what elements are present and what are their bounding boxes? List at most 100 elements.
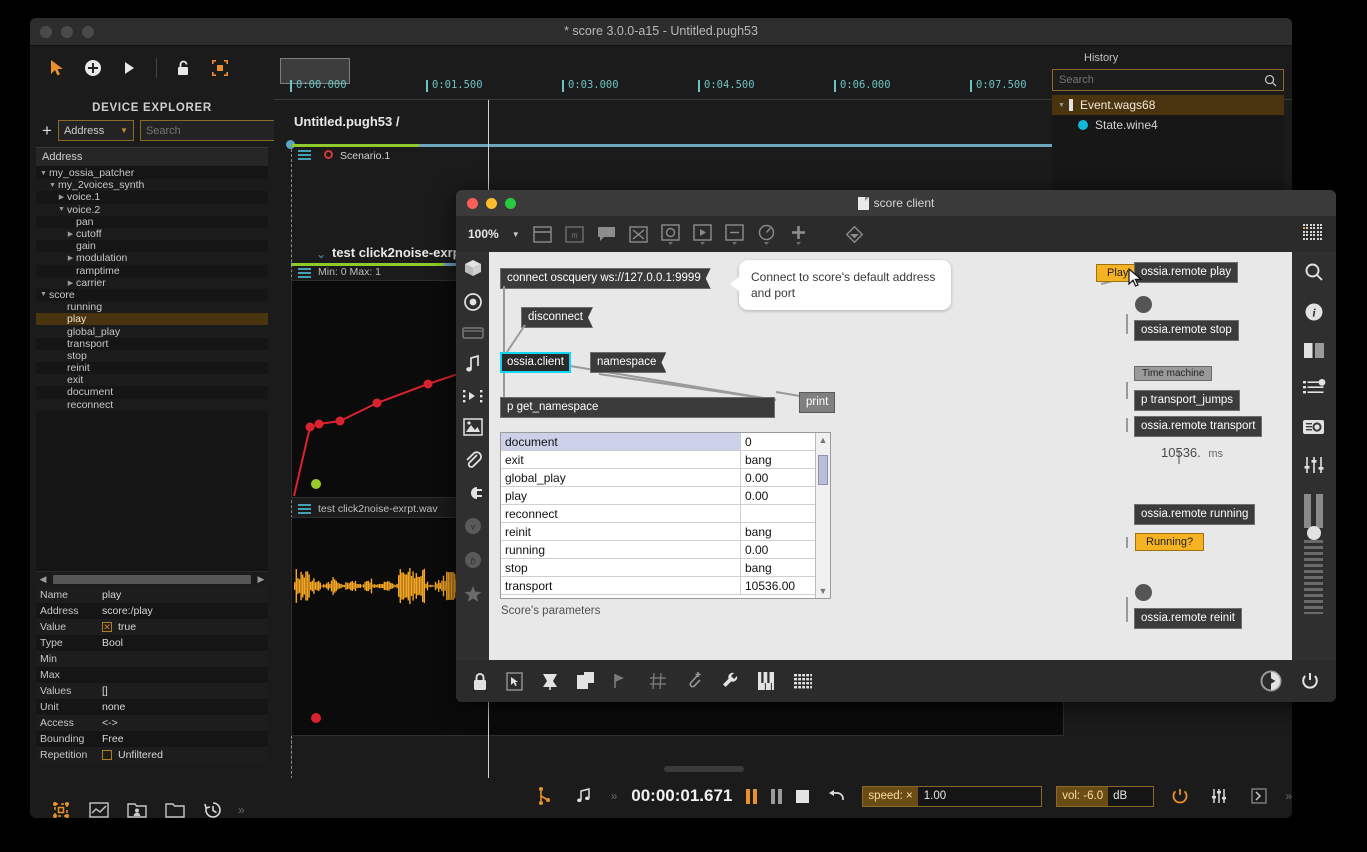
- transport-number-box[interactable]: 10536. ms: [1161, 445, 1223, 460]
- pause-button[interactable]: [746, 788, 758, 804]
- tree-item-score[interactable]: ▼ score: [36, 289, 268, 301]
- timeline-hscrollbar[interactable]: [664, 766, 744, 772]
- transport-jumps-subpatcher[interactable]: p transport_jumps: [1134, 390, 1241, 411]
- tree-item-voice-1[interactable]: ▶ voice.1: [36, 191, 268, 203]
- paint-bucket-icon[interactable]: [845, 225, 866, 243]
- scroll-right-icon[interactable]: ▶: [254, 574, 268, 585]
- plus-icon[interactable]: [789, 224, 808, 245]
- scroll-left-icon[interactable]: ◀: [36, 574, 50, 585]
- stop-button[interactable]: [796, 789, 810, 803]
- scrollbar-thumb[interactable]: [53, 575, 251, 584]
- automation-curve-icon[interactable]: [86, 797, 112, 818]
- flag-icon[interactable]: [613, 672, 631, 690]
- comment-icon[interactable]: [597, 226, 616, 243]
- chevron-down-icon[interactable]: ▼: [1058, 102, 1069, 109]
- parameter-row[interactable]: stop bang: [501, 559, 815, 577]
- tree-item-play[interactable]: ·play: [36, 313, 268, 326]
- print-object[interactable]: print: [799, 392, 836, 413]
- tree-item-gain[interactable]: ·gain: [36, 240, 268, 252]
- history-search-box[interactable]: [1052, 69, 1284, 91]
- plus-circle-icon[interactable]: [80, 55, 106, 81]
- folder-user-icon[interactable]: [124, 797, 150, 818]
- keyboard-icon[interactable]: [461, 326, 484, 340]
- tree-item-document[interactable]: ·document: [36, 386, 268, 398]
- chevron-down-icon[interactable]: ▼: [47, 182, 58, 189]
- keyboard-grid-icon[interactable]: [793, 672, 813, 690]
- loop-back-button[interactable]: [823, 783, 848, 809]
- parameter-row[interactable]: transport 10536.00: [501, 577, 815, 595]
- running-toggle-button[interactable]: Running?: [1135, 533, 1205, 551]
- parameters-table[interactable]: document 0 exit bang global_play 0.00 play 0.00…: [500, 432, 831, 599]
- remote-play-object[interactable]: ossia.remote play: [1134, 262, 1239, 283]
- history-list[interactable]: ▼ Event.wags68 State.wine4: [1052, 95, 1284, 205]
- property-checkbox[interactable]: ✕: [102, 750, 112, 760]
- chevron-right-icon[interactable]: ▶: [65, 279, 76, 287]
- plug-icon[interactable]: [463, 484, 483, 502]
- chevron-down-icon[interactable]: ▼: [38, 170, 49, 177]
- parameter-row[interactable]: exit bang: [501, 451, 815, 469]
- history-clock-icon[interactable]: [200, 797, 226, 818]
- automation-slot-menu-icon[interactable]: [298, 268, 311, 278]
- zoom-level[interactable]: 100%: [468, 227, 499, 241]
- tree-item-my-2voices-synth[interactable]: ▼ my_2voices_synth: [36, 179, 268, 192]
- fit-to-view-icon[interactable]: [207, 55, 233, 81]
- circle-box-icon[interactable]: [660, 223, 680, 245]
- tree-item-carrier[interactable]: ▶ carrier: [36, 276, 268, 289]
- speed-value[interactable]: 1.00: [918, 790, 946, 802]
- connect-message-object[interactable]: connect oscquery ws://127.0.0.1:9999: [500, 268, 711, 289]
- music-note-icon[interactable]: [464, 354, 482, 374]
- tree-item-reinit[interactable]: ·reinit: [36, 362, 268, 374]
- overflow-chevrons[interactable]: »: [611, 789, 618, 803]
- parameter-row[interactable]: document 0: [501, 433, 815, 451]
- parameters-table-body[interactable]: document 0 exit bang global_play 0.00 play 0.00…: [501, 433, 815, 598]
- unlock-icon[interactable]: [171, 55, 197, 81]
- console-button[interactable]: [1246, 783, 1271, 809]
- paperclip-plus-icon[interactable]: [685, 671, 703, 691]
- tree-item-cutoff[interactable]: ▶ cutoff: [36, 227, 268, 241]
- pointer-box-icon[interactable]: [506, 671, 523, 691]
- namespace-message-object[interactable]: namespace: [590, 352, 666, 373]
- scrollbar-thumb[interactable]: [818, 455, 828, 485]
- grid-icon[interactable]: [649, 672, 667, 690]
- tree-item-voice-2[interactable]: ▼ voice.2: [36, 203, 268, 216]
- panels-icon[interactable]: [1303, 342, 1325, 359]
- image-icon[interactable]: [462, 418, 483, 436]
- history-search-input[interactable]: [1059, 74, 1264, 86]
- tree-item-ramptime[interactable]: ·ramptime: [36, 265, 268, 277]
- tree-item-transport[interactable]: ·transport: [36, 338, 268, 350]
- piano-icon[interactable]: [757, 671, 775, 691]
- power-icon[interactable]: [1300, 671, 1320, 691]
- time-machine-button[interactable]: Time machine: [1134, 366, 1213, 381]
- remote-running-object[interactable]: ossia.remote running: [1134, 504, 1256, 525]
- tree-item-modulation[interactable]: ▶ modulation: [36, 252, 268, 265]
- sliders-icon[interactable]: [1303, 456, 1325, 474]
- reinit-bang-button[interactable]: [1135, 584, 1152, 601]
- remote-reinit-object[interactable]: ossia.remote reinit: [1134, 608, 1242, 629]
- address-filter-select[interactable]: Address ▼: [57, 120, 134, 141]
- tree-item-reconnect[interactable]: ·reconnect: [36, 398, 268, 411]
- scroll-down-icon[interactable]: ▼: [816, 586, 830, 596]
- play-triangle-icon[interactable]: [116, 55, 142, 81]
- speed-field[interactable]: speed: × 1.00: [862, 785, 1043, 807]
- remote-stop-object[interactable]: ossia.remote stop: [1134, 320, 1239, 341]
- chevron-right-icon[interactable]: ▶: [65, 254, 76, 262]
- chevron-down-icon[interactable]: ▼: [56, 206, 67, 213]
- chevron-right-icon[interactable]: ▶: [65, 230, 76, 238]
- star-icon[interactable]: [463, 584, 483, 604]
- get-namespace-subpatcher[interactable]: p get_namespace: [500, 397, 775, 418]
- level-fader-icon[interactable]: [1301, 494, 1327, 614]
- device-search-input[interactable]: [145, 124, 288, 137]
- list-icon[interactable]: [1302, 379, 1326, 397]
- scroll-up-icon[interactable]: ▲: [816, 435, 830, 445]
- history-item[interactable]: ▼ Event.wags68: [1052, 95, 1284, 115]
- stop-bang-button[interactable]: [1135, 296, 1152, 313]
- parameter-row[interactable]: running 0.00: [501, 541, 815, 559]
- wave-slot-menu-icon[interactable]: [298, 504, 311, 514]
- scenario-tree-icon[interactable]: [532, 783, 557, 809]
- patcher-canvas[interactable]: connect oscquery ws://127.0.0.1:9999 Con…: [489, 252, 1292, 660]
- volume-field[interactable]: vol: -6.0 dB: [1056, 785, 1154, 807]
- chevron-down-icon[interactable]: ⌄: [316, 247, 326, 261]
- disconnect-message-object[interactable]: disconnect: [521, 307, 593, 328]
- paperclip-icon[interactable]: [463, 450, 483, 470]
- power-button[interactable]: [1168, 783, 1193, 809]
